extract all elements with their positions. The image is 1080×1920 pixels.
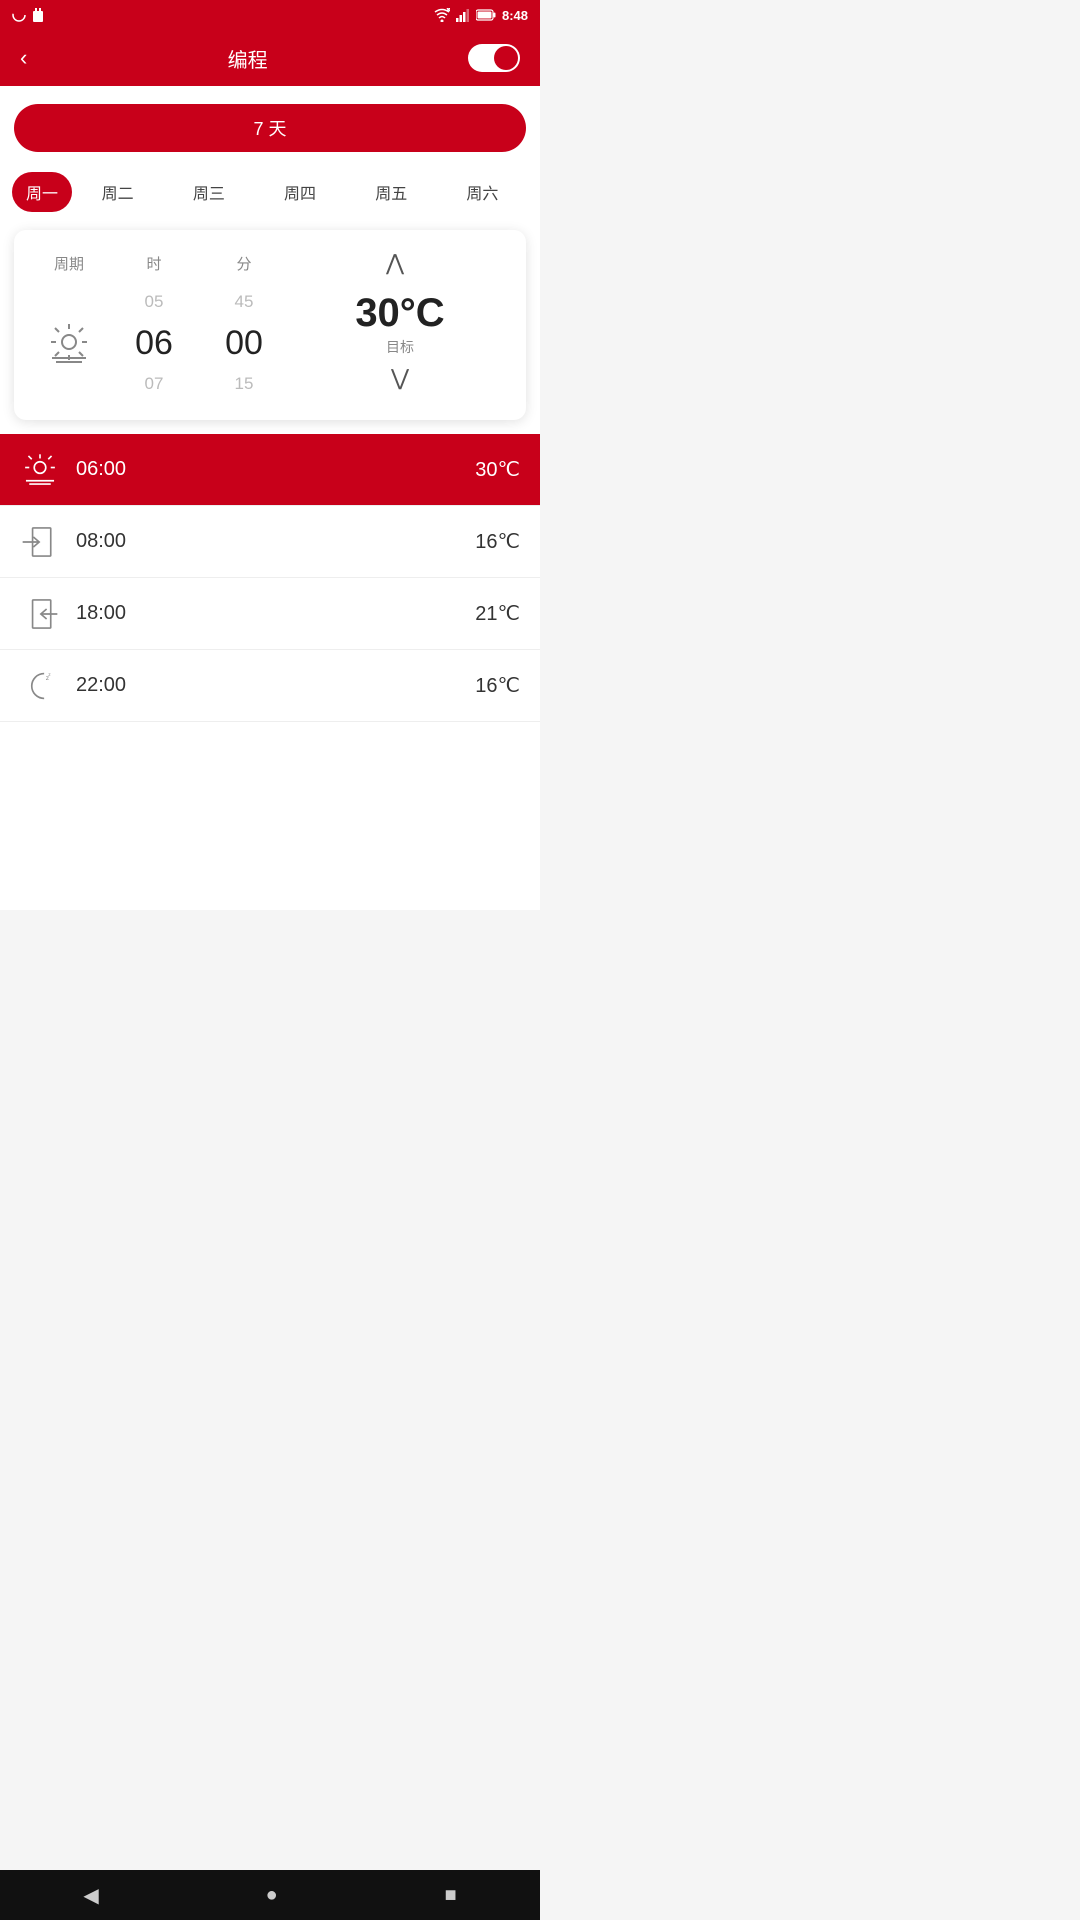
sunrise-icon-0 <box>21 451 59 489</box>
nav-back-button[interactable]: ◀ <box>83 1883 98 1908</box>
hour-label: 时 <box>114 253 194 274</box>
schedule-list: 06:00 30℃ 08:00 16℃ <box>0 434 540 722</box>
status-bar: 8:48 <box>0 0 540 30</box>
schedule-icon-1 <box>20 523 60 561</box>
wifi-icon <box>434 8 450 22</box>
schedule-item-3[interactable]: z z 22:00 16℃ <box>0 650 540 722</box>
tab-monday[interactable]: 周一 <box>12 172 72 212</box>
hour-prev: 05 <box>145 286 164 318</box>
tab-friday[interactable]: 周五 <box>346 172 437 212</box>
main-body: 7 天 周一 周二 周三 周四 周五 周六 周期 时 分 <box>0 86 540 910</box>
schedule-temp-2: 21℃ <box>475 601 520 626</box>
hour-current[interactable]: 06 <box>135 318 173 368</box>
minute-current[interactable]: 00 <box>225 318 263 368</box>
bottom-nav: ◀ ● ■ <box>0 1870 540 1920</box>
tab-thursday[interactable]: 周四 <box>254 172 345 212</box>
header-title: 编程 <box>228 44 268 73</box>
tab-wednesday[interactable]: 周三 <box>163 172 254 212</box>
minute-col: 45 00 15 <box>204 286 284 400</box>
temp-control: 30°C 目标 ⋁ <box>284 291 506 395</box>
minute-label: 分 <box>204 253 284 274</box>
hour-next: 07 <box>145 368 164 400</box>
schedule-icon-2 <box>20 595 60 633</box>
period-label: 周期 <box>34 253 104 274</box>
temp-value: 30°C <box>355 291 444 335</box>
picker-headers: 周期 时 分 ⋀ <box>34 246 506 280</box>
schedule-icon-3: z z <box>20 667 60 705</box>
schedule-temp-3: 16℃ <box>475 673 520 698</box>
time-picker-card: 周期 时 分 ⋀ <box>14 230 526 420</box>
temp-target-label: 目标 <box>386 337 414 357</box>
temp-down-button[interactable]: ⋁ <box>381 361 419 395</box>
header: ‹ 编程 <box>0 30 540 86</box>
schedule-time-1: 08:00 <box>76 530 475 553</box>
schedule-time-2: 18:00 <box>76 602 475 625</box>
schedule-time-0: 06:00 <box>76 458 475 481</box>
enter-icon-1 <box>21 523 59 561</box>
schedule-time-3: 22:00 <box>76 674 475 697</box>
toggle-switch[interactable] <box>468 44 520 72</box>
days-button[interactable]: 7 天 <box>14 104 526 152</box>
status-left-icons <box>12 8 44 22</box>
sunrise-icon <box>46 320 92 366</box>
period-icon <box>46 286 92 400</box>
svg-text:z: z <box>48 673 51 678</box>
tab-tuesday[interactable]: 周二 <box>72 172 163 212</box>
signal-icon <box>456 8 470 22</box>
minute-prev: 45 <box>235 286 254 318</box>
battery-icon <box>476 9 496 21</box>
schedule-temp-1: 16℃ <box>475 529 520 554</box>
moon-icon: z z <box>21 667 59 705</box>
temp-area: ⋀ <box>284 246 506 280</box>
schedule-item-0[interactable]: 06:00 30℃ <box>0 434 540 506</box>
sdcard-icon <box>32 8 44 22</box>
tab-saturday[interactable]: 周六 <box>437 172 528 212</box>
hour-col: 05 06 07 <box>114 286 194 400</box>
temp-up-button[interactable]: ⋀ <box>376 246 414 280</box>
schedule-item-1[interactable]: 08:00 16℃ <box>0 506 540 578</box>
toggle-knob <box>494 46 518 70</box>
enter-icon-2 <box>21 595 59 633</box>
picker-body: 05 06 07 45 00 15 30°C 目标 ⋁ <box>34 286 506 400</box>
period-col <box>34 286 104 400</box>
nav-home-button[interactable]: ● <box>266 1884 278 1907</box>
back-button[interactable]: ‹ <box>20 47 27 69</box>
minute-next: 15 <box>235 368 254 400</box>
days-section: 7 天 <box>0 86 540 162</box>
day-tabs: 周一 周二 周三 周四 周五 周六 <box>0 162 540 220</box>
nav-recents-button[interactable]: ■ <box>444 1884 456 1907</box>
spinner-icon <box>12 8 26 22</box>
status-time: 8:48 <box>502 8 528 23</box>
schedule-icon-0 <box>20 451 60 489</box>
status-right-icons: 8:48 <box>434 8 528 23</box>
schedule-item-2[interactable]: 18:00 21℃ <box>0 578 540 650</box>
schedule-temp-0: 30℃ <box>475 457 520 482</box>
